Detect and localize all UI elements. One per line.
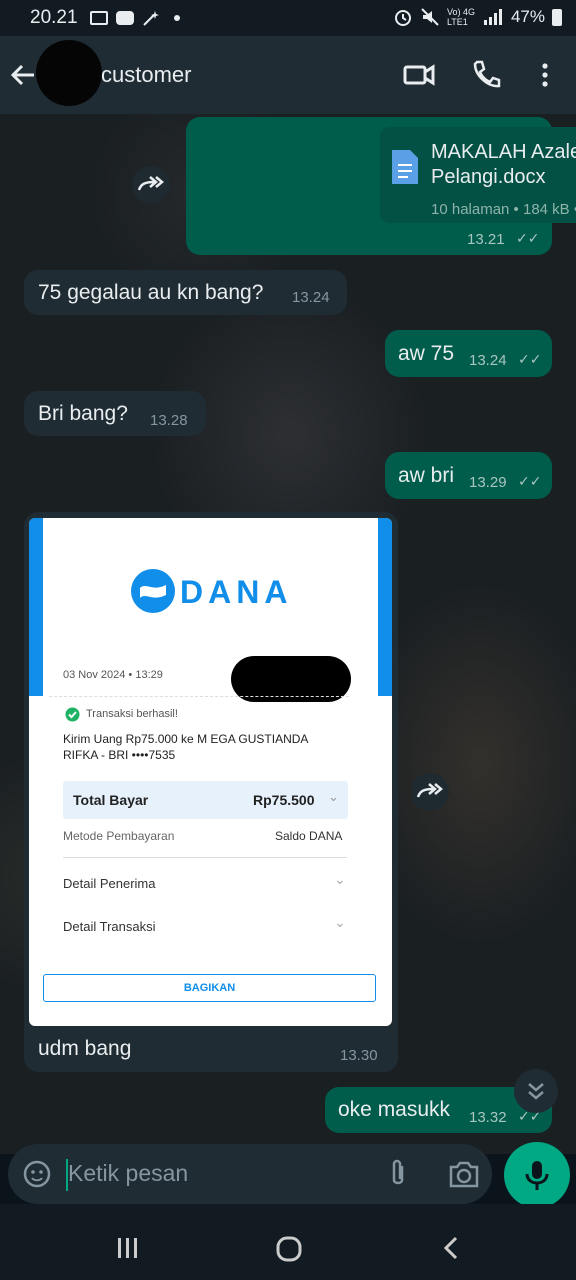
divider	[49, 696, 349, 697]
document-card[interactable]: MAKALAH Azalea Putri Pelangi.docx 10 hal…	[380, 127, 576, 223]
video-call-icon[interactable]	[402, 58, 436, 92]
method-value: Saldo DANA	[275, 829, 343, 843]
transaction-status: Transaksi berhasil!	[86, 708, 178, 720]
incoming-message[interactable]: Bri bang? 13.28	[24, 391, 206, 436]
message-text: Bri bang?	[38, 402, 128, 425]
youtube-icon	[116, 11, 134, 25]
receipt-image[interactable]: DANA 03 Nov 2024 • 13:29 Transaksi berha…	[29, 518, 392, 1026]
total-row: Total Bayar Rp75.500 ⌄	[63, 781, 348, 819]
total-value: Rp75.500	[253, 792, 315, 808]
voice-call-icon[interactable]	[469, 58, 503, 92]
method-label: Metode Pembayaran	[63, 829, 175, 843]
gallery-icon	[90, 11, 108, 25]
back-arrow-icon[interactable]	[6, 58, 40, 92]
battery-percent: 47%	[510, 7, 545, 26]
message-input[interactable]: Ketik pesan	[68, 1160, 188, 1187]
message-text: aw 75	[398, 342, 455, 365]
receipt-left-bar	[29, 518, 43, 696]
home-icon[interactable]	[274, 1234, 304, 1264]
document-message[interactable]: MAKALAH Azalea Putri Pelangi.docx 10 hal…	[186, 117, 576, 255]
recipient-detail: Detail Penerima	[63, 876, 156, 891]
message-time: 13.24	[292, 289, 330, 306]
outgoing-message[interactable]: aw 75 13.24 ✓✓	[385, 330, 552, 377]
chevron-down-icon: ⌄	[334, 871, 346, 887]
dana-logo-icon	[131, 569, 175, 613]
read-receipt-icon: ✓✓	[518, 473, 542, 489]
back-icon[interactable]	[438, 1234, 466, 1262]
notification-icons	[90, 9, 180, 27]
message-input-bar[interactable]: Ketik pesan	[8, 1144, 492, 1204]
image-caption: udm bang	[38, 1037, 132, 1060]
microphone-icon	[525, 1161, 549, 1190]
outgoing-message[interactable]: aw bri 13.29 ✓✓	[385, 452, 552, 499]
more-options-icon[interactable]	[528, 58, 562, 92]
success-check-icon	[65, 707, 80, 722]
dot-icon	[174, 15, 180, 21]
avatar[interactable]	[36, 40, 102, 106]
forward-button[interactable]	[411, 773, 449, 811]
message-time: 13.21	[467, 231, 505, 248]
transaction-detail: Detail Transaksi	[63, 919, 156, 934]
message-text: oke masukk	[338, 1098, 451, 1121]
transfer-desc-1: Kirim Uang Rp75.000 ke M EGA GUSTIANDA	[63, 732, 309, 746]
magic-icon	[143, 11, 159, 26]
mute-icon	[421, 8, 439, 26]
chat-area[interactable]: MAKALAH Azalea Putri Pelangi.docx 10 hal…	[0, 114, 576, 1154]
recent-apps-icon[interactable]	[114, 1234, 142, 1262]
chat-header: customer	[0, 36, 576, 114]
status-bar: 20.21 Vo) 4G LTE1 47%	[0, 0, 576, 36]
battery-icon	[552, 8, 562, 26]
forward-button[interactable]	[132, 166, 170, 204]
network-label: Vo) 4G LTE1	[446, 7, 475, 27]
file-meta: 10 halaman • 184 kB • DOCX	[431, 201, 576, 218]
navigation-bar	[0, 1204, 576, 1280]
message-time: 13.28	[150, 412, 188, 429]
document-icon	[392, 150, 418, 184]
receipt-date: 03 Nov 2024 • 13:29	[63, 669, 163, 681]
message-text: aw bri	[398, 464, 455, 487]
file-name: MAKALAH Azalea Putri Pelangi.docx	[431, 141, 576, 189]
forward-icon	[137, 176, 164, 191]
message-time: 13.24	[469, 352, 507, 369]
dana-brand: DANA	[180, 574, 293, 610]
chevron-down-icon: ⌄	[334, 914, 346, 930]
divider	[63, 857, 347, 858]
message-time: 13.30	[340, 1047, 378, 1064]
system-icons: Vo) 4G LTE1 47%	[393, 7, 562, 27]
total-label: Total Bayar	[73, 792, 149, 808]
attachment-icon[interactable]	[386, 1158, 410, 1190]
file-name-line1: MAKALAH Azalea Putri	[431, 141, 576, 163]
receipt-right-bar	[378, 518, 392, 696]
read-receipt-icon: ✓✓	[518, 351, 542, 367]
camera-icon[interactable]	[448, 1159, 480, 1189]
read-receipt-icon: ✓✓	[516, 230, 540, 246]
status-time: 20.21	[30, 7, 78, 28]
signal-icon	[483, 9, 502, 25]
chevron-down-icon: ⌄	[328, 789, 339, 804]
sticker-icon[interactable]	[22, 1159, 52, 1189]
message-text: 75 gegalau au kn bang?	[38, 281, 264, 304]
alarm-icon	[394, 10, 411, 26]
message-time: 13.29	[469, 474, 507, 491]
message-time: 13.32	[469, 1109, 507, 1126]
incoming-message[interactable]: 75 gegalau au kn bang? 13.24	[24, 270, 347, 315]
scroll-to-bottom-button[interactable]	[514, 1069, 558, 1113]
share-button[interactable]: BAGIKAN	[43, 974, 376, 1002]
transfer-desc-2: RIFKA - BRI ••••7535	[63, 748, 176, 762]
voice-message-button[interactable]	[504, 1142, 570, 1208]
contact-name[interactable]: customer	[101, 62, 191, 88]
file-name-line2: Pelangi.docx	[431, 166, 546, 188]
forward-icon	[416, 783, 443, 798]
double-chevron-down-icon	[528, 1083, 544, 1100]
share-label: BAGIKAN	[183, 982, 236, 994]
